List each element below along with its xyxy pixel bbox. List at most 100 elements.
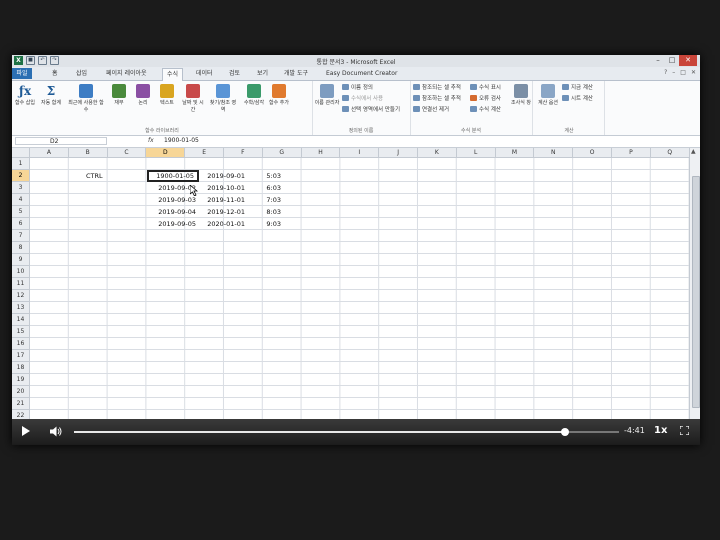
row-header[interactable]: 7 [12,230,30,242]
row-header[interactable]: 14 [12,314,30,326]
column-header[interactable]: C [107,148,147,158]
calculate-now-button[interactable]: 지금 계산 [562,84,593,93]
row-header[interactable]: 2 [12,170,30,182]
define-name-button[interactable]: 이름 정의 [342,84,373,93]
column-header[interactable]: P [612,148,651,158]
cell-b2[interactable]: CTRL [84,170,122,182]
column-header[interactable]: M [495,148,535,158]
column-header[interactable]: E [185,148,224,158]
tab-review[interactable]: 검토 [225,68,244,79]
calculation-options-button[interactable]: 계산 옵션 [536,84,560,107]
cell-f3[interactable]: 6:03 [248,182,284,194]
ribbon-minimize-icon[interactable]: – [672,69,675,76]
tab-view[interactable]: 보기 [253,68,272,79]
close-icon[interactable]: ✕ [679,55,697,66]
ribbon-restore-icon[interactable]: □ [680,69,686,76]
row-header[interactable]: 10 [12,266,30,278]
evaluate-formula-button[interactable]: 수식 계산 [470,106,501,115]
cell-e3[interactable]: 2019-10-01 [196,182,248,194]
column-header[interactable]: H [301,148,341,158]
cell-d6[interactable]: 2019-09-05 [147,218,199,230]
row-header[interactable]: 5 [12,206,30,218]
maximize-icon[interactable]: □ [665,55,679,66]
show-formulas-button[interactable]: 수식 표시 [470,84,501,93]
more-functions-button[interactable]: 함수 추가 [268,84,290,107]
row-header[interactable]: 16 [12,338,30,350]
row-header[interactable]: 4 [12,194,30,206]
row-header[interactable]: 11 [12,278,30,290]
row-header[interactable]: 3 [12,182,30,194]
trace-dependents-button[interactable]: 참조하는 셀 추적 [413,95,461,104]
column-header[interactable]: D [146,148,186,158]
column-header[interactable]: B [68,148,108,158]
vertical-scrollbar[interactable]: ▲ [689,148,700,422]
row-header[interactable]: 1 [12,158,30,170]
use-in-formula-button[interactable]: 수식에서 사용 [342,95,383,104]
cell-f6[interactable]: 9:03 [248,218,284,230]
cell-e5[interactable]: 2019-12-01 [196,206,248,218]
column-header[interactable]: I [340,148,380,158]
column-header[interactable]: O [573,148,612,158]
datetime-button[interactable]: 날짜 및 시간 [180,84,206,114]
logical-button[interactable]: 논리 [132,84,154,107]
tab-home[interactable]: 홈 [48,68,62,79]
row-header[interactable]: 18 [12,362,30,374]
cell-e6[interactable]: 2020-01-01 [196,218,248,230]
watch-window-button[interactable]: 조사식 창 [508,84,534,107]
column-header[interactable]: L [456,148,496,158]
cell-d2[interactable]: 1900-01-05 [147,170,199,182]
help-icon[interactable]: ? [664,69,667,76]
row-header[interactable]: 20 [12,386,30,398]
cell-f2[interactable]: 5:03 [248,170,284,182]
column-header[interactable]: F [224,148,263,158]
recent-functions-button[interactable]: 최근에 사용한 함수 [68,84,104,114]
cell-f4[interactable]: 7:03 [248,194,284,206]
tab-file[interactable]: 파일 [12,68,32,79]
minimize-icon[interactable]: – [651,55,665,66]
fullscreen-icon[interactable] [680,426,689,435]
row-header[interactable]: 19 [12,374,30,386]
select-all-corner[interactable] [12,148,30,158]
create-from-selection-button[interactable]: 선택 영역에서 만들기 [342,106,400,115]
column-header[interactable]: G [262,148,302,158]
lookup-button[interactable]: 찾기/참조 영역 [208,84,238,114]
row-header[interactable]: 21 [12,398,30,410]
insert-function-button[interactable]: ƒx 함수 삽입 [14,84,36,107]
cell-d5[interactable]: 2019-09-04 [147,206,199,218]
worksheet-grid[interactable] [30,158,690,422]
column-header[interactable]: A [30,148,69,158]
name-manager-button[interactable]: 이름 관리자 [314,84,340,107]
row-header[interactable]: 15 [12,326,30,338]
ribbon-close-icon[interactable]: ✕ [691,69,696,76]
play-icon[interactable] [22,426,30,436]
autosum-button[interactable]: Σ 자동 합계 [40,84,62,107]
cell-f5[interactable]: 8:03 [248,206,284,218]
column-header[interactable]: K [418,148,457,158]
name-box[interactable]: D2 [15,137,107,145]
text-functions-button[interactable]: 텍스트 [156,84,178,107]
math-button[interactable]: 수학/삼각 [240,84,268,107]
cell-e4[interactable]: 2019-11-01 [196,194,248,206]
tab-page-layout[interactable]: 페이지 레이아웃 [102,68,151,79]
row-header[interactable]: 17 [12,350,30,362]
trace-precedents-button[interactable]: 참조되는 셀 추적 [413,84,461,93]
tab-formulas[interactable]: 수식 [162,68,184,81]
tab-insert[interactable]: 삽입 [72,68,91,79]
volume-icon[interactable] [50,426,62,437]
calculate-sheet-button[interactable]: 시트 계산 [562,95,593,104]
error-checking-button[interactable]: 오류 검사 [470,95,501,104]
row-header[interactable]: 6 [12,218,30,230]
playback-speed-button[interactable]: 1x [654,425,667,436]
formula-input[interactable]: 1900-01-05 [164,137,199,145]
seek-knob[interactable] [560,428,569,436]
tab-developer[interactable]: 개발 도구 [280,68,312,79]
tab-easy-document-creator[interactable]: Easy Document Creator [322,68,401,79]
column-header[interactable]: N [534,148,574,158]
row-header[interactable]: 13 [12,302,30,314]
fx-icon[interactable]: fx [148,137,154,144]
column-header[interactable]: Q [650,148,690,158]
row-header[interactable]: 8 [12,242,30,254]
seek-bar[interactable] [74,428,619,436]
row-header[interactable]: 12 [12,290,30,302]
cell-e2[interactable]: 2019-09-01 [196,170,248,182]
